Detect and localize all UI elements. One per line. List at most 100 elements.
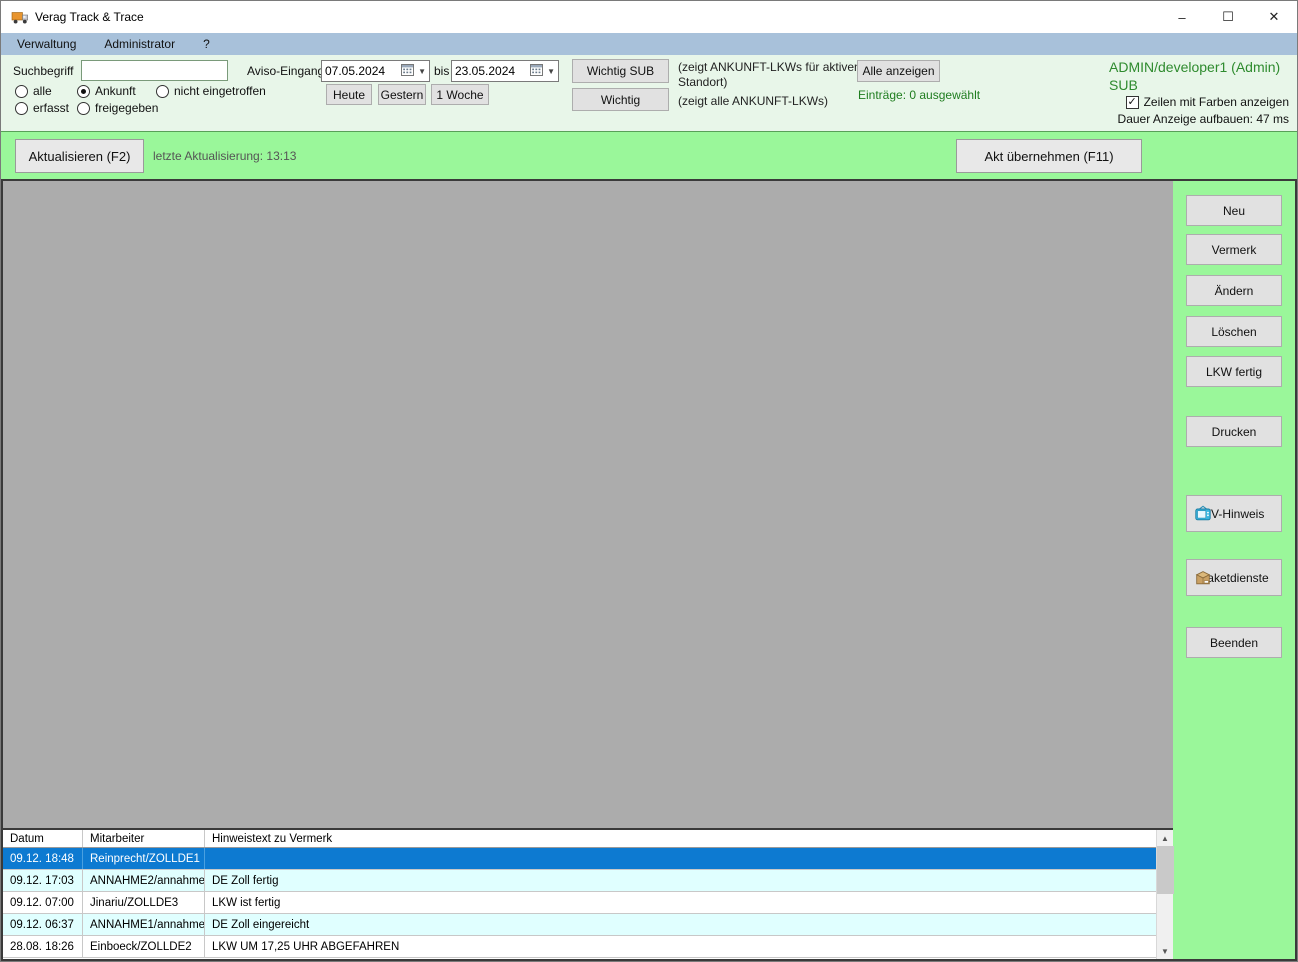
radio-erfasst[interactable]: erfasst	[15, 101, 69, 115]
table-row[interactable]: 09.12. 17:03 ANNAHME2/annahme2 DE Zoll f…	[3, 870, 1156, 892]
menu-bar: Verwaltung Administrator ?	[1, 33, 1297, 55]
entries-status: Einträge: 0 ausgewählt	[858, 88, 981, 102]
maximize-button[interactable]: ☐	[1205, 1, 1251, 33]
cell-mitarbeiter: Reinprecht/ZOLLDE1	[83, 848, 205, 869]
search-label: Suchbegriff	[13, 64, 74, 78]
cell-hinweis: LKW ist fertig	[212, 896, 281, 909]
radio-freigegeben[interactable]: freigegeben	[77, 101, 158, 115]
radio-nicht-eingetroffen[interactable]: nicht eingetroffen	[156, 84, 266, 98]
menu-verwaltung[interactable]: Verwaltung	[7, 34, 86, 54]
table-scrollbar[interactable]: ▲ ▼	[1156, 830, 1174, 959]
col-header-datum[interactable]: Datum	[3, 830, 83, 847]
lkw-fertig-button[interactable]: LKW fertig	[1186, 356, 1282, 387]
window-title: Verag Track & Trace	[35, 10, 144, 24]
scroll-down-icon[interactable]: ▼	[1157, 943, 1174, 959]
radio-label: Ankunft	[95, 84, 136, 98]
wichtig-button[interactable]: Wichtig	[572, 88, 669, 111]
today-button[interactable]: Heute	[326, 84, 372, 105]
filter-panel: Suchbegriff alle Ankunft nicht eingetrof…	[1, 55, 1297, 131]
one-week-button[interactable]: 1 Woche	[431, 84, 489, 105]
scrollbar-thumb[interactable]	[1156, 846, 1174, 894]
empty-data-grid[interactable]	[3, 181, 1173, 828]
calendar-icon	[401, 63, 415, 79]
tv-icon	[1194, 505, 1212, 522]
cell-datum: 09.12. 18:48	[3, 848, 83, 869]
calendar-icon	[530, 63, 544, 79]
tv-hinweis-label: TV-Hinweis	[1203, 506, 1265, 521]
table-row[interactable]: 09.12. 18:48 Reinprecht/ZOLLDE1	[3, 848, 1156, 870]
menu-help[interactable]: ?	[193, 34, 220, 54]
cell-mitarbeiter: Einboeck/ZOLLDE2	[83, 936, 205, 957]
table-row[interactable]: 09.12. 06:37 ANNAHME1/annahme1 DE Zoll e…	[3, 914, 1156, 936]
row-colors-checkbox[interactable]: Zeilen mit Farben anzeigen	[1125, 95, 1289, 109]
table-row[interactable]: 28.08. 18:26 Einboeck/ZOLLDE2 LKW UM 17,…	[3, 936, 1156, 958]
radio-label: alle	[33, 84, 52, 98]
date-to-value: 23.05.2024	[455, 64, 516, 78]
takeover-button[interactable]: Akt übernehmen (F11)	[956, 139, 1142, 173]
menu-administrator[interactable]: Administrator	[94, 34, 185, 54]
date-from-picker[interactable]: 07.05.2024 ▼	[321, 60, 430, 82]
radio-label: erfasst	[33, 101, 70, 115]
user-name: ADMIN/developer1 (Admin)	[1109, 59, 1281, 75]
loeschen-button[interactable]: Löschen	[1186, 316, 1282, 347]
neu-button[interactable]: Neu	[1186, 195, 1282, 226]
cell-hinweis: DE Zoll eingereicht	[212, 918, 310, 931]
beenden-button[interactable]: Beenden	[1186, 627, 1282, 658]
drucken-button[interactable]: Drucken	[1186, 416, 1282, 447]
col-header-mitarbeiter[interactable]: Mitarbeiter	[83, 830, 205, 847]
main-pane: Datum Mitarbeiter Hinweistext zu Vermerk…	[1, 179, 1174, 961]
show-all-button[interactable]: Alle anzeigen	[857, 60, 940, 82]
yesterday-button[interactable]: Gestern	[378, 84, 426, 105]
action-sidebar: Neu Vermerk Ändern Löschen LKW fertig Dr…	[1173, 179, 1297, 961]
tv-hinweis-button[interactable]: TV-Hinweis	[1186, 495, 1282, 532]
checkbox-label: Zeilen mit Farben anzeigen	[1143, 95, 1289, 109]
cell-datum: 09.12. 17:03	[3, 870, 83, 891]
cell-hinweis: LKW UM 17,25 UHR ABGEFAHREN	[212, 940, 400, 953]
radio-dot	[77, 84, 90, 98]
date-to-picker[interactable]: 23.05.2024 ▼	[451, 60, 559, 82]
wichtig-sub-button[interactable]: Wichtig SUB	[572, 59, 669, 83]
cell-hinweis: DE Zoll fertig	[212, 874, 279, 887]
cell-mitarbeiter: ANNAHME2/annahme2	[83, 870, 205, 891]
aviso-label: Aviso-Eingang	[247, 64, 325, 78]
scrollbar-track[interactable]	[1156, 846, 1174, 943]
chevron-down-icon[interactable]: ▼	[547, 67, 555, 76]
cell-mitarbeiter: Jinariu/ZOLLDE3	[83, 892, 205, 913]
chevron-down-icon[interactable]: ▼	[418, 67, 426, 76]
table-row[interactable]: 09.12. 07:00 Jinariu/ZOLLDE3 LKW ist fer…	[3, 892, 1156, 914]
content-area: Datum Mitarbeiter Hinweistext zu Vermerk…	[1, 179, 1297, 961]
checkbox-icon	[1125, 95, 1139, 109]
date-from-value: 07.05.2024	[325, 64, 386, 78]
package-icon	[1194, 569, 1212, 586]
cell-mitarbeiter: ANNAHME1/annahme1	[83, 914, 205, 935]
search-input[interactable]	[81, 60, 228, 81]
minimize-button[interactable]: –	[1159, 1, 1205, 33]
wichtig-sub-hint: (zeigt ANKUNFT-LKWs für aktiven Standort…	[678, 60, 861, 89]
vermerk-table: Datum Mitarbeiter Hinweistext zu Vermerk…	[3, 830, 1156, 959]
render-duration-text: Dauer Anzeige aufbauen: 47 ms	[1117, 112, 1289, 126]
radio-dot	[156, 84, 169, 98]
radio-dot	[15, 101, 28, 115]
vermerk-log-panel: Datum Mitarbeiter Hinweistext zu Vermerk…	[3, 828, 1174, 959]
table-header-row: Datum Mitarbeiter Hinweistext zu Vermerk	[3, 830, 1156, 848]
user-location: SUB	[1109, 77, 1138, 93]
command-bar: Aktualisieren (F2) letzte Aktualisierung…	[1, 131, 1297, 179]
paketdienste-button[interactable]: Paketdienste	[1186, 559, 1282, 596]
scroll-up-icon[interactable]: ▲	[1157, 830, 1174, 846]
vermerk-button[interactable]: Vermerk	[1186, 234, 1282, 265]
cell-datum: 09.12. 07:00	[3, 892, 83, 913]
last-refresh-text: letzte Aktualisierung: 13:13	[153, 149, 297, 163]
truck-app-icon	[11, 10, 29, 24]
radio-dot	[15, 84, 28, 98]
close-button[interactable]: ✕	[1251, 1, 1297, 33]
refresh-button[interactable]: Aktualisieren (F2)	[15, 139, 144, 173]
cell-hinweis	[205, 848, 1156, 869]
radio-dot	[77, 101, 90, 115]
radio-ankunft[interactable]: Ankunft	[77, 84, 136, 98]
cell-datum: 28.08. 18:26	[3, 936, 83, 957]
title-bar: Verag Track & Trace – ☐ ✕	[1, 1, 1297, 33]
col-header-hinweistext[interactable]: Hinweistext zu Vermerk	[205, 830, 1156, 847]
radio-alle[interactable]: alle	[15, 84, 52, 98]
window-controls: – ☐ ✕	[1159, 1, 1297, 33]
aendern-button[interactable]: Ändern	[1186, 275, 1282, 306]
